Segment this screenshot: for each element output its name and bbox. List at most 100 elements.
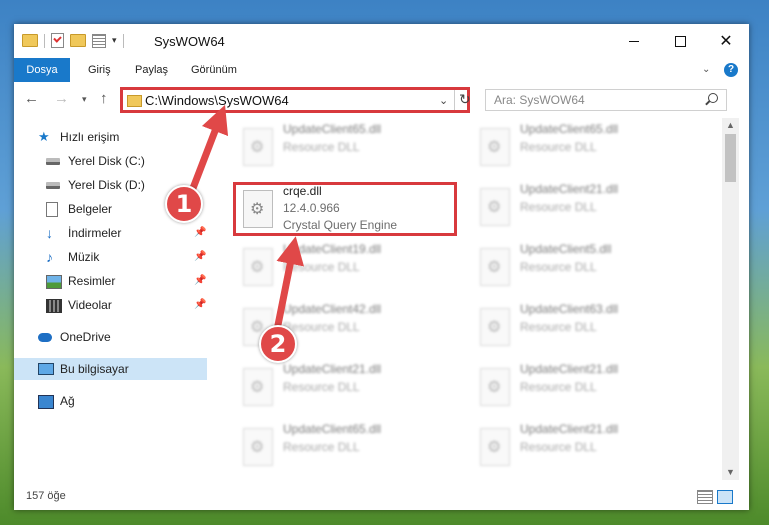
- drive-icon: [46, 182, 60, 189]
- address-divider: [454, 90, 455, 110]
- toolbar-divider: [122, 33, 124, 48]
- computer-icon: [38, 363, 54, 375]
- expand-ribbon-icon[interactable]: ⌄: [702, 64, 710, 75]
- sidebar-item-this-pc[interactable]: Bu bilgisayar: [14, 358, 207, 380]
- help-icon[interactable]: ?: [724, 63, 738, 77]
- sidebar-item-local-disk-c[interactable]: Yerel Disk (C:): [46, 150, 196, 172]
- pin-icon[interactable]: 📌: [194, 246, 206, 268]
- tiles-view-icon[interactable]: [717, 490, 733, 504]
- drive-icon: [46, 158, 60, 165]
- minimize-icon: [629, 40, 639, 42]
- list-item[interactable]: UpdateClient19.dll Resource DLL: [235, 242, 465, 294]
- sidebar-item-downloads[interactable]: ↓ İndirmeler 📌: [46, 222, 206, 244]
- dll-file-icon: [243, 428, 273, 466]
- file-name: UpdateClient65.dll: [283, 422, 382, 436]
- tab-view[interactable]: Görünüm: [191, 58, 237, 82]
- folder-icon: [127, 95, 142, 107]
- list-item[interactable]: UpdateClient21.dll Resource DLL: [472, 182, 702, 234]
- quick-access-toolbar: ▾: [22, 33, 124, 48]
- address-dropdown-icon[interactable]: ⌄: [439, 94, 448, 107]
- tab-home[interactable]: Giriş: [88, 58, 111, 82]
- sidebar-item-music[interactable]: ♪ Müzik 📌: [46, 246, 206, 268]
- sidebar-item-label: Resimler: [68, 274, 116, 288]
- sidebar-item-quick-access[interactable]: ★ Hızlı erişim: [38, 126, 198, 148]
- sidebar-item-network[interactable]: Ağ: [38, 390, 198, 412]
- list-item[interactable]: UpdateClient21.dll Resource DLL: [235, 362, 465, 414]
- star-icon: ★: [38, 129, 50, 144]
- address-path[interactable]: C:\Windows\SysWOW64: [145, 93, 289, 108]
- pin-icon[interactable]: 📌: [194, 294, 206, 316]
- address-bar[interactable]: C:\Windows\SysWOW64 ⌄ ↻: [120, 87, 471, 113]
- tab-file[interactable]: Dosya: [14, 58, 70, 82]
- back-arrow-icon[interactable]: ←: [24, 90, 39, 107]
- music-icon: ♪: [46, 249, 53, 265]
- dll-file-icon: [243, 248, 273, 286]
- dll-file-icon: [243, 368, 273, 406]
- file-highlight-box: [233, 182, 457, 236]
- file-type: Resource DLL: [520, 260, 597, 274]
- scroll-up-icon[interactable]: ▲: [726, 120, 735, 130]
- search-input[interactable]: Ara: SysWOW64: [485, 89, 727, 111]
- properties-icon[interactable]: [92, 33, 106, 48]
- pin-icon[interactable]: 📌: [194, 270, 206, 292]
- window-title: SysWOW64: [154, 34, 225, 49]
- list-item[interactable]: UpdateClient63.dll Resource DLL: [472, 302, 702, 354]
- file-name: UpdateClient5.dll: [520, 242, 612, 256]
- close-button[interactable]: ✕: [703, 24, 749, 58]
- sidebar-item-label: Belgeler: [68, 202, 113, 216]
- customize-dropdown-icon[interactable]: ▾: [112, 35, 117, 46]
- videos-icon: [46, 299, 62, 313]
- file-list: UpdateClient65.dll Resource DLL crqe.dll…: [209, 118, 722, 480]
- close-icon: ✕: [719, 33, 733, 50]
- list-item[interactable]: UpdateClient65.dll Resource DLL: [235, 422, 465, 474]
- scrollbar-thumb[interactable]: [725, 134, 736, 182]
- step-1-badge: 1: [165, 185, 203, 223]
- sidebar-item-onedrive[interactable]: OneDrive: [38, 326, 198, 348]
- sidebar-item-label: Bu bilgisayar: [60, 362, 129, 376]
- list-item[interactable]: UpdateClient65.dll Resource DLL: [472, 122, 702, 174]
- folder-icon: [22, 34, 38, 47]
- dll-file-icon: [480, 308, 510, 346]
- pin-icon[interactable]: 📌: [194, 222, 206, 244]
- navigation-bar: ← → ▾ ↑ C:\Windows\SysWOW64 ⌄ ↻ Ara: Sys…: [14, 82, 749, 118]
- file-type: Resource DLL: [283, 380, 360, 394]
- vertical-scrollbar[interactable]: ▲ ▼: [722, 118, 739, 480]
- list-item[interactable]: UpdateClient65.dll Resource DLL: [235, 122, 465, 174]
- forward-arrow-icon[interactable]: →: [54, 90, 69, 107]
- dll-file-icon: [480, 248, 510, 286]
- scroll-down-icon[interactable]: ▼: [726, 467, 735, 477]
- network-icon: [38, 395, 54, 409]
- search-icon[interactable]: [708, 93, 718, 103]
- sidebar-item-label: Ağ: [60, 394, 75, 408]
- sidebar-item-videos[interactable]: Videolar 📌: [46, 294, 206, 316]
- sidebar-item-label: Videolar: [68, 298, 112, 312]
- new-folder-icon[interactable]: [70, 34, 86, 47]
- toolbar-divider: [44, 33, 45, 48]
- downloads-icon: ↓: [46, 225, 53, 241]
- navigation-pane: ★ Hızlı erişim Yerel Disk (C:) Yerel Dis…: [14, 118, 209, 480]
- sidebar-item-pictures[interactable]: Resimler 📌: [46, 270, 206, 292]
- recent-locations-dropdown-icon[interactable]: ▾: [82, 94, 87, 105]
- file-type: Resource DLL: [283, 140, 360, 154]
- sidebar-item-label: Yerel Disk (D:): [68, 178, 145, 192]
- step-2-badge: 2: [259, 325, 297, 363]
- maximize-button[interactable]: [657, 24, 703, 58]
- ribbon-tabs: Dosya Giriş Paylaş Görünüm ⌄ ?: [14, 58, 749, 83]
- list-item[interactable]: UpdateClient21.dll Resource DLL: [472, 422, 702, 474]
- details-view-icon[interactable]: [697, 490, 713, 504]
- tab-share[interactable]: Paylaş: [135, 58, 168, 82]
- minimize-button[interactable]: [611, 24, 657, 58]
- file-type: Resource DLL: [520, 200, 597, 214]
- sidebar-item-label: Müzik: [68, 250, 100, 264]
- search-placeholder: Ara: SysWOW64: [494, 93, 585, 107]
- up-arrow-icon[interactable]: ↑: [100, 90, 108, 107]
- status-bar: 157 öğe: [14, 484, 749, 510]
- properties-check-icon[interactable]: [51, 33, 64, 48]
- file-name: UpdateClient65.dll: [520, 122, 619, 136]
- list-item[interactable]: UpdateClient21.dll Resource DLL: [472, 362, 702, 414]
- file-type: Resource DLL: [520, 320, 597, 334]
- refresh-icon[interactable]: ↻: [459, 91, 471, 108]
- file-type: Resource DLL: [520, 140, 597, 154]
- file-type: Resource DLL: [283, 260, 360, 274]
- list-item[interactable]: UpdateClient5.dll Resource DLL: [472, 242, 702, 294]
